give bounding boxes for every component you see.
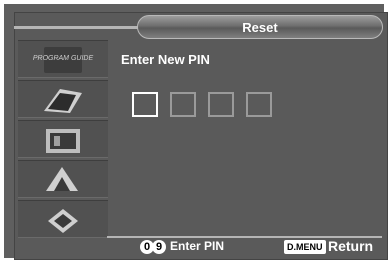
osd-screen: Reset PROGRAM GUIDE Enter New PIN 0 9 En… bbox=[0, 0, 388, 262]
channel-icon bbox=[46, 167, 78, 191]
svg-text:PROGRAM GUIDE: PROGRAM GUIDE bbox=[33, 55, 94, 62]
pin-digit-1[interactable] bbox=[132, 92, 158, 117]
pin-digit-2[interactable] bbox=[170, 92, 196, 117]
pin-prompt: Enter New PIN bbox=[121, 52, 210, 67]
number-key-9-icon: 9 bbox=[152, 240, 166, 254]
sidebar-item-setup[interactable] bbox=[18, 200, 108, 238]
pin-digit-3[interactable] bbox=[208, 92, 234, 117]
title-line-decoration bbox=[14, 26, 139, 29]
page-title: Reset bbox=[242, 20, 278, 35]
sidebar-item-picture[interactable] bbox=[18, 80, 108, 118]
menu-key-badge: D.MENU bbox=[284, 240, 326, 254]
picture-icon bbox=[44, 89, 82, 113]
sidebar-item-program-guide[interactable]: PROGRAM GUIDE bbox=[18, 40, 108, 78]
return-hint[interactable]: Return bbox=[328, 238, 373, 254]
enter-pin-hint: Enter PIN bbox=[170, 239, 225, 253]
setup-icon bbox=[48, 209, 78, 233]
sidebar-item-sound[interactable] bbox=[18, 120, 108, 158]
sidebar: PROGRAM GUIDE bbox=[18, 40, 108, 240]
sound-icon bbox=[46, 129, 80, 153]
sidebar-item-channel[interactable] bbox=[18, 160, 108, 198]
pin-digit-4[interactable] bbox=[246, 92, 272, 117]
program-guide-icon: PROGRAM GUIDE bbox=[33, 47, 94, 73]
title-bar: Reset bbox=[137, 15, 383, 39]
